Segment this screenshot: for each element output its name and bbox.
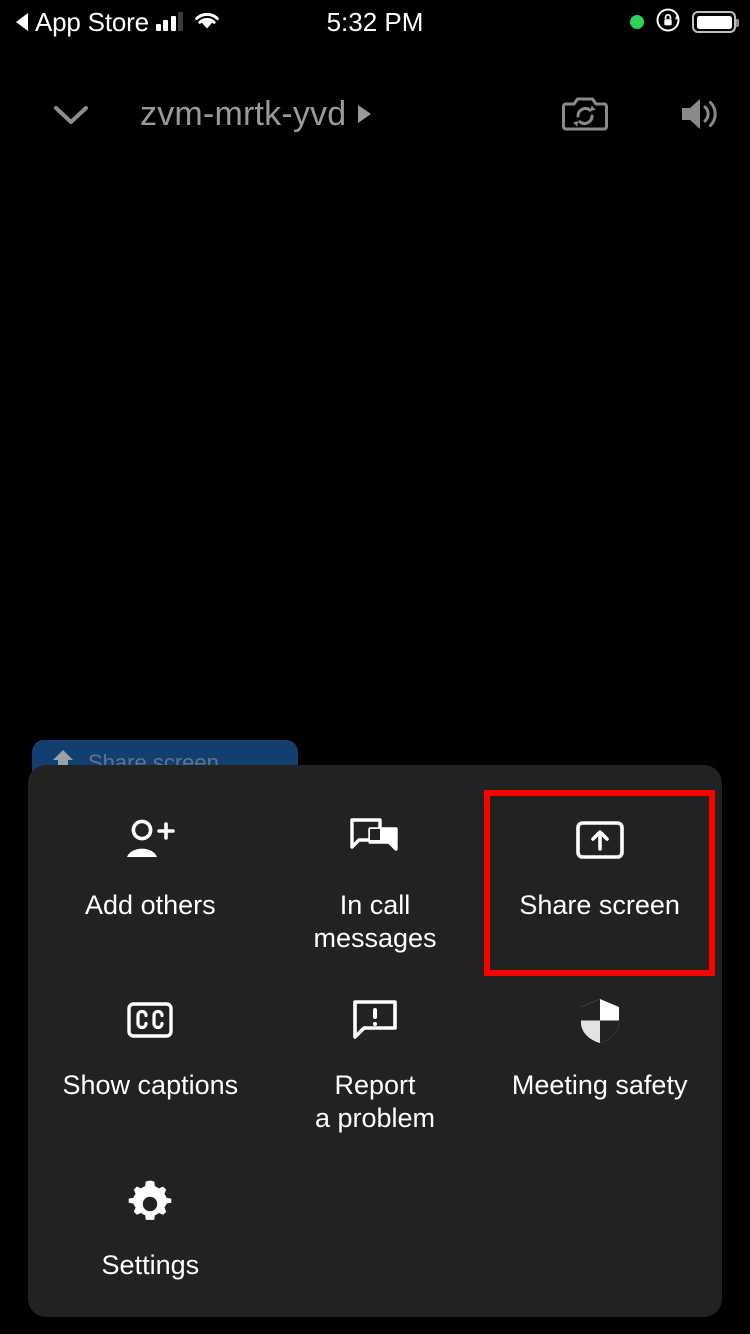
status-bar-right — [630, 0, 739, 44]
back-app-label[interactable]: App Store — [35, 7, 149, 38]
action-sheet-grid: Add others In call messages Share screen… — [38, 790, 715, 1333]
action-meeting-safety-label: Meeting safety — [511, 1070, 688, 1100]
meeting-header-actions — [558, 86, 726, 142]
switch-camera-icon[interactable] — [558, 87, 612, 141]
action-meeting-safety[interactable]: Meeting safety — [487, 973, 712, 1153]
gear-icon — [124, 1175, 176, 1227]
ios-status-bar: App Store 5:32 PM — [0, 0, 750, 44]
video-stage[interactable] — [0, 150, 750, 750]
speaker-volume-icon[interactable] — [672, 87, 726, 141]
chevron-right-icon — [358, 105, 372, 123]
meeting-id-button[interactable]: zvm-mrtk-yvd — [140, 84, 372, 144]
shield-icon — [576, 995, 624, 1047]
more-options-action-sheet: Add others In call messages Share screen… — [28, 765, 722, 1317]
green-recording-dot-icon — [630, 15, 644, 29]
action-show-captions[interactable]: Show captions — [38, 973, 263, 1153]
action-report-problem[interactable]: Report a problem — [263, 973, 488, 1153]
action-add-others[interactable]: Add others — [38, 793, 263, 973]
battery-full-icon — [692, 11, 739, 33]
share-screen-icon — [574, 815, 626, 867]
action-settings[interactable]: Settings — [38, 1153, 263, 1333]
wifi-icon — [193, 10, 221, 35]
rotation-lock-icon — [655, 7, 681, 38]
action-share-screen-label: Share screen — [519, 890, 680, 920]
cellular-signal-icon — [155, 12, 184, 31]
action-report-problem-label: Report a problem — [314, 1070, 436, 1133]
action-share-screen[interactable]: Share screen — [484, 790, 715, 976]
status-bar-clock: 5:32 PM — [326, 6, 424, 37]
report-problem-icon — [349, 995, 401, 1047]
person-add-icon — [121, 815, 179, 867]
action-in-call-messages[interactable]: In call messages — [263, 793, 488, 973]
meeting-id-label: zvm-mrtk-yvd — [140, 94, 347, 133]
closed-caption-icon — [124, 995, 176, 1047]
chat-bubbles-icon — [348, 815, 402, 867]
action-add-others-label: Add others — [85, 890, 216, 920]
action-show-captions-label: Show captions — [62, 1070, 239, 1100]
status-bar-left[interactable]: App Store — [16, 0, 221, 44]
action-in-call-messages-label: In call messages — [313, 890, 437, 953]
meeting-header: zvm-mrtk-yvd — [0, 78, 750, 150]
meeting-screen: App Store 5:32 PM zvm-mrtk-yvd Share scr… — [0, 0, 750, 1334]
back-triangle-icon[interactable] — [16, 13, 28, 31]
action-settings-label: Settings — [101, 1250, 200, 1280]
chevron-down-icon[interactable] — [48, 92, 94, 138]
